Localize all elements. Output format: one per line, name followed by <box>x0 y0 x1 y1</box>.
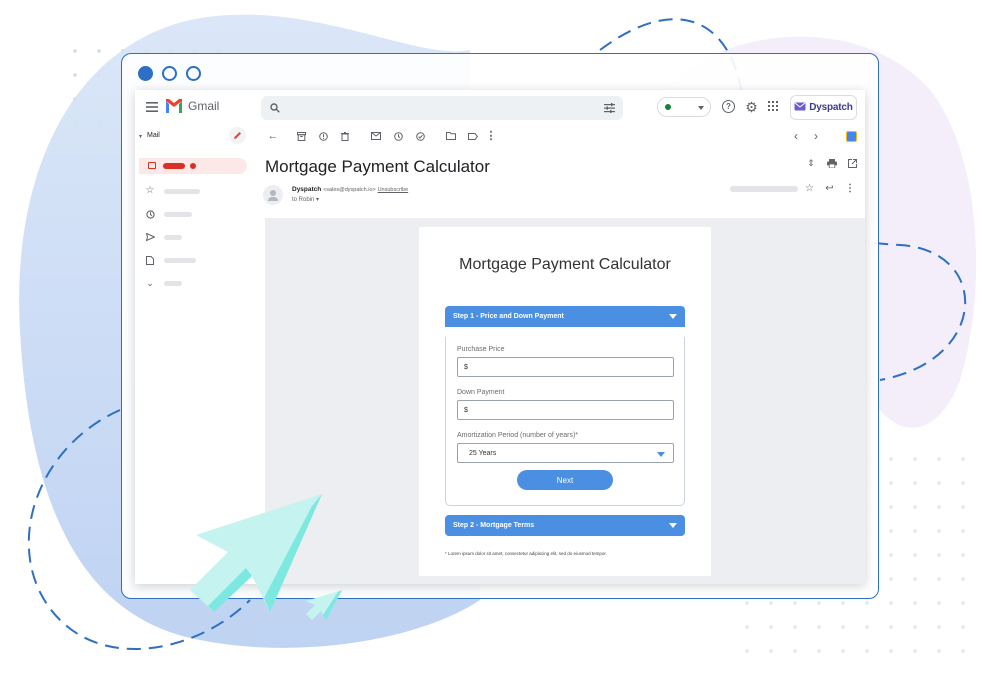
search-bar[interactable] <box>261 96 623 120</box>
email-date-placeholder <box>730 186 798 192</box>
chevron-down-icon <box>657 452 665 457</box>
step2-accordion-header[interactable]: Step 2 - Mortgage Terms <box>445 515 685 536</box>
purchase-price-input[interactable]: $ <box>457 357 674 377</box>
add-task-icon[interactable] <box>414 130 426 142</box>
dyspatch-envelope-icon <box>794 102 806 114</box>
filter-sliders-icon[interactable] <box>603 102 615 114</box>
gmail-logo-icon <box>165 99 183 113</box>
step1-accordion-body: Purchase Price $ Down Payment $ Amortiza… <box>445 337 685 506</box>
sidebar-item-snoozed-placeholder[interactable] <box>164 212 192 217</box>
archive-icon[interactable] <box>295 130 307 142</box>
calculator-card: Mortgage Payment Calculator Step 1 - Pri… <box>419 227 711 576</box>
chevron-down-icon[interactable]: ⌄ <box>145 278 155 288</box>
chevron-right-icon[interactable]: › <box>810 130 822 142</box>
clock-icon[interactable] <box>145 209 155 219</box>
avatar <box>263 185 283 205</box>
window-controls <box>138 66 201 81</box>
sidebar-item-starred-placeholder[interactable] <box>164 189 200 194</box>
inbox-label-placeholder <box>163 163 185 169</box>
amortization-select[interactable]: 25 Years <box>457 443 674 463</box>
arrow-left-icon[interactable]: ← <box>267 130 279 142</box>
email-subject: Mortgage Payment Calculator <box>265 157 490 176</box>
label-icon[interactable] <box>467 130 479 142</box>
screenshot-stage: Gmail ? ⚙ Dyspatch ▾ Mail ☆ ⌄ ← ⋮ ‹ › Mo… <box>0 0 1000 675</box>
calendar-addon-icon[interactable] <box>846 131 857 142</box>
pencil-icon[interactable] <box>229 127 246 144</box>
star-icon[interactable]: ☆ <box>804 183 815 194</box>
reply-icon[interactable]: ↩ <box>824 183 835 194</box>
status-active-dot <box>665 104 671 110</box>
sender-email: <sales@dyspatch.io> <box>323 187 376 193</box>
apps-grid-icon[interactable] <box>767 100 779 112</box>
mail-caret-icon: ▾ <box>139 134 143 140</box>
sender-name: Dyspatch <box>292 186 322 193</box>
window-close-button[interactable] <box>138 66 153 81</box>
gear-icon[interactable]: ⚙ <box>744 99 759 114</box>
trash-icon[interactable] <box>339 130 351 142</box>
status-selector[interactable] <box>657 97 711 117</box>
star-icon[interactable]: ☆ <box>145 186 155 196</box>
footnote: * Lorem ipsum dolor sit amet, consectetu… <box>445 551 607 556</box>
inbox-icon <box>148 162 156 169</box>
step1-label: Step 1 - Price and Down Payment <box>453 313 564 320</box>
more-vert-icon[interactable]: ⋮ <box>486 130 497 142</box>
step2-label: Step 2 - Mortgage Terms <box>453 522 535 529</box>
sidebar-item-drafts-placeholder[interactable] <box>164 258 196 263</box>
sidebar-item-inbox[interactable] <box>139 158 247 174</box>
chevron-down-icon <box>669 314 677 319</box>
sidebar-item-more-placeholder[interactable] <box>164 281 182 286</box>
sender-line: Dyspatch <sales@dyspatch.io> Unsubscribe <box>292 186 408 193</box>
draft-icon[interactable] <box>145 255 155 265</box>
calculator-title: Mortgage Payment Calculator <box>459 256 671 273</box>
send-icon[interactable] <box>145 232 155 242</box>
chevron-left-icon[interactable]: ‹ <box>790 130 802 142</box>
sidebar-item-sent-placeholder[interactable] <box>164 235 182 240</box>
down-payment-input[interactable]: $ <box>457 400 674 420</box>
search-icon[interactable] <box>269 102 281 114</box>
purchase-price-value: $ <box>464 363 468 371</box>
next-button[interactable]: Next <box>517 470 613 490</box>
window-minimize-button[interactable] <box>162 66 177 81</box>
step1-accordion-header[interactable]: Step 1 - Price and Down Payment <box>445 306 685 327</box>
clock-icon[interactable] <box>392 130 404 142</box>
gmail-app: Gmail ? ⚙ Dyspatch ▾ Mail ☆ ⌄ ← ⋮ ‹ › Mo… <box>135 90 865 584</box>
open-new-window-icon[interactable] <box>846 157 858 169</box>
window-maximize-button[interactable] <box>186 66 201 81</box>
expand-collapse-icon[interactable]: ⇕ <box>806 157 816 169</box>
recipient-label: to Robin <box>292 197 315 203</box>
dyspatch-addon-button[interactable]: Dyspatch <box>790 95 857 120</box>
purchase-price-label: Purchase Price <box>457 346 505 353</box>
avatar-head-icon <box>270 190 276 196</box>
unsubscribe-link[interactable]: Unsubscribe <box>378 187 409 193</box>
more-vert-icon[interactable]: ⋮ <box>845 183 855 194</box>
envelope-icon[interactable] <box>370 130 382 142</box>
avatar-body-icon <box>268 197 278 201</box>
chevron-down-icon <box>698 106 704 110</box>
recipient-line[interactable]: to Robin ▾ <box>292 196 319 203</box>
dyspatch-addon-label: Dyspatch <box>809 102 853 113</box>
email-body: Mortgage Payment Calculator Step 1 - Pri… <box>265 218 865 584</box>
hamburger-icon[interactable] <box>145 100 159 114</box>
report-icon[interactable] <box>317 130 329 142</box>
mail-folder-label[interactable]: Mail <box>147 132 160 139</box>
down-payment-label: Down Payment <box>457 389 505 396</box>
gmail-wordmark: Gmail <box>188 99 220 113</box>
amortization-value: 25 Years <box>469 449 497 457</box>
print-icon[interactable] <box>826 157 838 169</box>
chevron-down-icon: ▾ <box>316 197 320 203</box>
chevron-down-icon <box>669 523 677 528</box>
inbox-count-badge <box>190 163 196 169</box>
amortization-label: Amortization Period (number of years)* <box>457 432 578 439</box>
down-payment-value: $ <box>464 406 468 414</box>
folder-icon[interactable] <box>445 130 457 142</box>
help-icon[interactable]: ? <box>722 100 735 113</box>
